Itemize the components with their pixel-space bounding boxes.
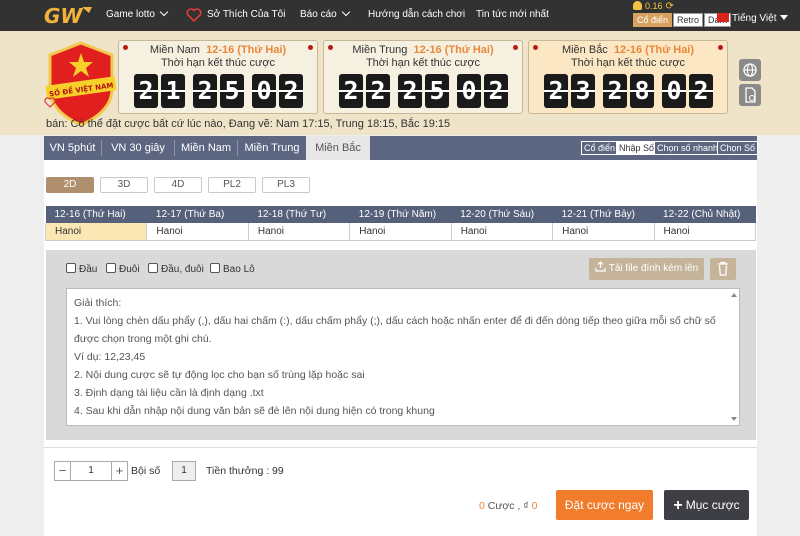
draw-subtitle: Thời hạn kết thúc cược [365, 57, 481, 69]
checkbox-icon[interactable] [106, 263, 116, 273]
chevron-down-icon [341, 7, 350, 17]
scroll-up-arrow-icon[interactable] [731, 293, 737, 297]
place-bet-button[interactable]: Đặt cược ngay [556, 490, 653, 520]
draw-panel-mien-trung[interactable]: Miền Trung 12-16 (Thứ Hai) Thời hạn kết … [323, 40, 523, 114]
tab-vn-5phut[interactable]: VN 5phút [44, 136, 101, 160]
language-selector[interactable]: Tiếng Việt [717, 13, 789, 24]
date-cell[interactable]: Hanoi [552, 223, 655, 241]
tab-mien-bac[interactable]: Miền Bắc [306, 136, 370, 160]
so-de-viet-nam-badge: SỐ ĐỀ VIỆT NAM [45, 41, 117, 127]
nav-how-to-play[interactable]: Hướng dẫn cách chơi [368, 9, 465, 20]
tab-mien-trung[interactable]: Miền Trung [238, 136, 306, 160]
bet-type-2d[interactable]: 2D [46, 177, 94, 193]
trash-icon[interactable] [710, 258, 736, 280]
favorite-heart-icon[interactable] [44, 97, 56, 108]
nav-reports[interactable]: Báo cáo [300, 7, 350, 20]
balance: 0.16 ⟳ [633, 1, 674, 12]
input-mode-classic[interactable]: Cổ điển [581, 141, 619, 155]
draw-panel-mien-nam[interactable]: Miền Nam 12-16 (Thứ Hai) Thời hạn kết th… [118, 40, 318, 114]
date-cell[interactable]: Hanoi [247, 223, 351, 241]
bet-numbers-textarea[interactable]: Giải thích: 1. Vui lòng chèn dấu phẩy (,… [66, 288, 740, 426]
region-tab-bar: VN 5phút VN 30 giây Miền Nam Miền Trung … [44, 136, 759, 160]
refresh-icon[interactable]: ⟳ [666, 1, 674, 12]
input-mode-quick-pick[interactable]: Chọn số nhanh [654, 141, 722, 155]
bet-type-pl3[interactable]: PL3 [262, 177, 310, 193]
input-mode-enter-numbers[interactable]: Nhập Số [616, 141, 658, 155]
date-header: 12-18 (Thứ Tư) [248, 206, 350, 223]
bet-summary: 0 Cược , ₫ 0 [479, 500, 538, 512]
nav-latest-news[interactable]: Tin tức mới nhất [476, 9, 549, 20]
bet-type-pl2[interactable]: PL2 [208, 177, 256, 193]
countdown: 22 25 02 [339, 74, 511, 108]
draw-date-table: 12-16 (Thứ Hai) 12-17 (Thứ Ba) 12-18 (Th… [44, 206, 757, 241]
heart-icon[interactable] [186, 8, 202, 22]
header-band: SỐ ĐỀ VIỆT NAM Miền Nam 12-16 (Thứ Hai) … [0, 31, 800, 135]
amount-input[interactable]: 1 [72, 462, 110, 480]
chevron-down-icon [159, 7, 169, 17]
betting-panel: 2D 3D 4D PL2 PL3 12-16 (Thứ Hai) 12-17 (… [44, 160, 757, 536]
countdown: 23 28 02 [544, 74, 716, 108]
increment-button[interactable]: + [111, 462, 127, 480]
draw-title: Miền Trung 12-16 (Thứ Hai) [352, 44, 494, 56]
upload-file-button[interactable]: Tải file đính kèm lên [589, 258, 704, 280]
theme-retro[interactable]: Retro [673, 13, 704, 27]
checkbox-duoi[interactable]: Đuôi [106, 263, 140, 275]
draw-title: Miền Bắc 12-16 (Thứ Hai) [561, 44, 695, 56]
draw-title: Miền Nam 12-16 (Thứ Hai) [149, 44, 287, 56]
nav-game-lotto[interactable]: Game lotto [106, 7, 169, 20]
scroll-down-arrow-icon[interactable] [731, 417, 737, 421]
user-icon [633, 1, 642, 10]
plus-icon: + [673, 497, 683, 514]
svg-text:GW: GW [44, 4, 83, 27]
decrement-button[interactable]: − [55, 462, 71, 480]
site-logo[interactable]: GW [42, 4, 94, 27]
tab-mien-nam[interactable]: Miền Nam [175, 136, 237, 160]
amount-stepper: − 1 + [54, 461, 128, 481]
checkbox-bao-lo[interactable]: Bao Lô [210, 263, 255, 275]
theme-classic[interactable]: Cổ điển [633, 13, 673, 27]
date-cell[interactable]: Hanoi [44, 223, 148, 241]
upload-icon [595, 261, 606, 272]
countdown: 21 25 02 [134, 74, 306, 108]
multiplier-input[interactable]: 1 [172, 461, 196, 481]
date-cell[interactable]: Hanoi [653, 223, 757, 241]
date-header: 12-19 (Thứ Năm) [349, 206, 452, 223]
bet-type-4d[interactable]: 4D [154, 177, 202, 193]
checkbox-dau-duoi[interactable]: Đầu, đuôi [148, 263, 204, 275]
account-box: 0.16⟳ Cổ điển Retro Dark Tiếng Việt [633, 0, 800, 31]
date-cell[interactable]: Hanoi [349, 223, 452, 241]
add-to-bet-list-button[interactable]: + Mục cược [664, 490, 749, 520]
date-header: 12-16 (Thứ Hai) [45, 206, 147, 223]
checkbox-icon[interactable] [66, 263, 76, 273]
nav-favorites[interactable]: Sở Thích Của Tôi [207, 9, 285, 20]
document-icon[interactable] [739, 84, 761, 106]
multiplier-label: Bội số [131, 465, 161, 477]
draw-subtitle: Thời hạn kết thúc cược [570, 57, 686, 69]
number-entry-area: Đầu Đuôi Đầu, đuôi Bao Lô Tải file đính … [46, 250, 756, 440]
prize-amount: Tiền thưởng : 99 [206, 465, 284, 477]
tab-vn-30-giay[interactable]: VN 30 giây [102, 136, 174, 160]
caret-down-icon [780, 15, 789, 20]
checkbox-dau[interactable]: Đầu [66, 263, 97, 275]
checkbox-icon[interactable] [210, 263, 220, 273]
date-header: 12-17 (Thứ Ba) [146, 206, 249, 223]
checkbox-icon[interactable] [148, 263, 158, 273]
bet-type-3d[interactable]: 3D [100, 177, 148, 193]
draw-panel-mien-bac[interactable]: Miền Bắc 12-16 (Thứ Hai) Thời hạn kết th… [528, 40, 728, 114]
input-mode-pick-numbers[interactable]: Chọn Số [717, 141, 759, 155]
date-header: 12-20 (Thứ Sáu) [451, 206, 553, 223]
vietnam-flag-icon [717, 13, 729, 22]
draw-schedule-notice: bán: Có thể đặt cược bất cứ lúc nào, Đan… [46, 118, 451, 130]
date-header: 12-21 (Thứ Bảy) [552, 206, 655, 223]
globe-icon[interactable] [739, 59, 761, 81]
date-header: 12-22 (Chủ Nhật) [654, 206, 756, 223]
date-cell[interactable]: Hanoi [146, 223, 249, 241]
top-nav-bar: GW Game lotto Sở Thích Của Tôi Báo cáo H… [0, 0, 800, 31]
date-cell[interactable]: Hanoi [450, 223, 554, 241]
draw-subtitle: Thời hạn kết thúc cược [160, 57, 276, 69]
